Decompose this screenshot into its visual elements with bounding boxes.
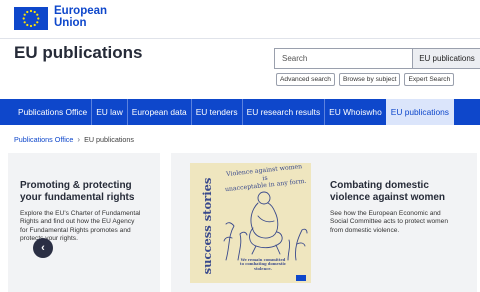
- header-divider: [0, 38, 480, 39]
- site-title[interactable]: EU publications: [14, 43, 142, 63]
- card-right-description: See how the European Economic and Social…: [330, 210, 448, 235]
- poster-foot-line3: violence.: [254, 266, 272, 271]
- nav-item-european-data[interactable]: European data: [126, 99, 191, 125]
- main-nav: Publications Office EU law European data…: [0, 99, 480, 125]
- nav-item-eu-publications[interactable]: EU publications: [385, 99, 454, 125]
- card-right-title-line1: Combating domestic: [330, 180, 429, 191]
- browse-by-subject-button[interactable]: Browse by subject: [338, 73, 401, 86]
- search-input[interactable]: [275, 49, 412, 68]
- nav-item-eu-research-results[interactable]: EU research results: [241, 99, 325, 125]
- card-right-desc-line1: See how the European Economic and: [330, 210, 441, 217]
- nav-item-publications-office[interactable]: Publications Office: [14, 99, 91, 125]
- breadcrumb-home-link[interactable]: Publications Office: [14, 135, 73, 144]
- nav-item-eu-tenders[interactable]: EU tenders: [190, 99, 242, 125]
- card-left-title-line2: your fundamental rights: [20, 192, 135, 203]
- brand-line1: European: [54, 5, 108, 17]
- card-left-desc-line2: Rights and find out how the EU Agency: [20, 218, 135, 226]
- breadcrumb-current: EU publications: [84, 135, 135, 144]
- card-left-desc-line3: for Fundamental Rights promotes and: [20, 226, 131, 234]
- poster-side-label: success stories: [200, 177, 214, 275]
- card-left-desc-line1: Explore the EU's Charter of Fundamental: [20, 210, 141, 217]
- nav-item-eu-law[interactable]: EU law: [91, 99, 127, 125]
- eu-logo-text[interactable]: European Union: [54, 5, 107, 29]
- search-box: EU publications: [274, 48, 480, 69]
- eu-flag-icon[interactable]: [14, 7, 48, 30]
- card-right-desc-line2: Social Committee acts to protect women: [330, 218, 449, 226]
- card-right-title-line2: violence against women: [330, 192, 446, 203]
- seated-woman-illustration: [223, 191, 308, 261]
- search-scope-button[interactable]: EU publications: [412, 49, 480, 68]
- chevron-right-icon: ›: [77, 135, 81, 144]
- breadcrumb: Publications Office › EU publications: [14, 135, 134, 144]
- expert-search-button[interactable]: Expert Search: [404, 73, 455, 86]
- nav-item-eu-whoiswho[interactable]: EU Whoiswho: [324, 99, 386, 125]
- brand-line2: Union: [54, 17, 87, 29]
- card-left-title-line1: Promoting & protecting: [20, 180, 132, 191]
- card-left-title[interactable]: Promoting & protecting your fundamental …: [20, 180, 134, 204]
- poster-footer-text: We remain committed to combating domesti…: [235, 258, 291, 271]
- poster-side-text: success stories: [195, 177, 219, 275]
- header: European Union: [0, 0, 480, 38]
- carousel-prev-button[interactable]: ‹: [33, 238, 53, 258]
- card-right-desc-line3: from domestic violence.: [330, 226, 400, 234]
- chevron-left-icon: ‹: [41, 242, 45, 254]
- eu-flag-small-icon: [296, 275, 306, 281]
- search-options: Advanced search Browse by subject Expert…: [276, 73, 455, 87]
- card-right-title[interactable]: Combating domestic violence against wome…: [330, 180, 445, 204]
- advanced-search-button[interactable]: Advanced search: [276, 73, 335, 86]
